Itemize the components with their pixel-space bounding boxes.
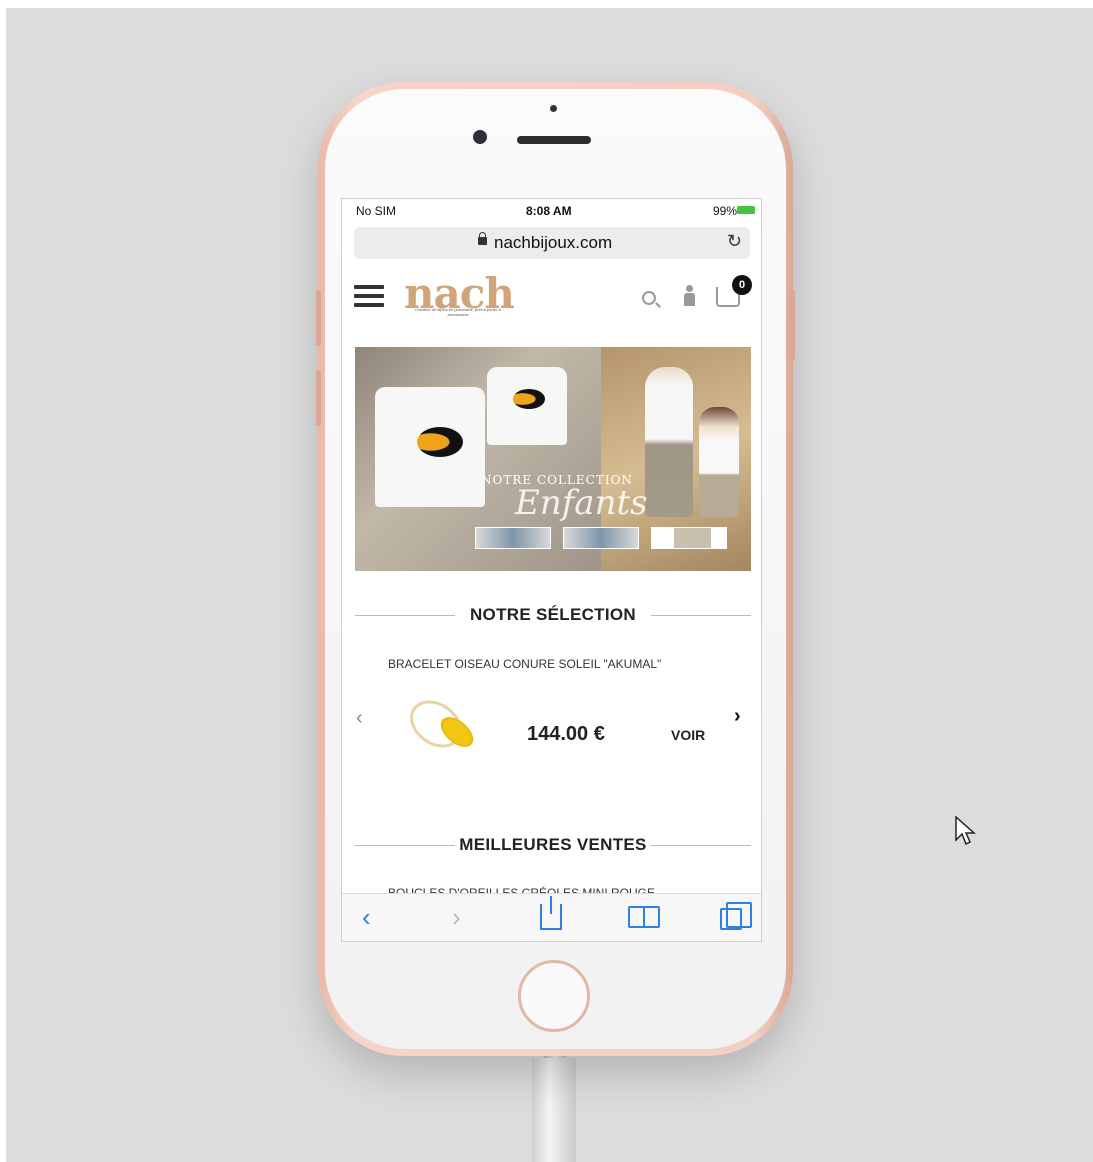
site-tagline: Créateur de bijoux en porcelaine, prêt-à… — [414, 307, 502, 317]
product-image[interactable] — [400, 690, 480, 765]
toucan-print-small — [513, 389, 545, 409]
phone-screen: No SIM 8:08 AM 99% nachbijoux.com ↻ nach… — [341, 198, 762, 942]
battery-percentage: 99% — [712, 204, 737, 218]
volume-up-button — [316, 290, 321, 346]
section-heading-selection: NOTRE SÉLECTION — [355, 605, 751, 625]
carousel-next-icon[interactable]: › — [734, 705, 741, 728]
hamburger-menu-icon[interactable] — [354, 285, 384, 307]
banner-thumbnail[interactable] — [475, 527, 551, 549]
banner-thumbnail[interactable] — [563, 527, 639, 549]
forward-icon[interactable]: › — [452, 902, 461, 933]
reload-icon[interactable]: ↻ — [727, 231, 742, 252]
charging-cable — [532, 1058, 576, 1162]
proximity-sensor — [550, 105, 557, 112]
clock: 8:08 AM — [526, 204, 572, 218]
share-icon[interactable] — [540, 896, 562, 930]
volume-down-button — [316, 370, 321, 426]
url-text: nachbijoux.com — [494, 233, 613, 252]
cart-count-badge: 0 — [732, 275, 752, 295]
carousel-prev-icon[interactable]: ‹ — [356, 707, 363, 730]
banner-thumbnails — [475, 527, 727, 549]
product-price: 144.00 € — [527, 723, 605, 745]
home-button[interactable] — [518, 960, 590, 1032]
battery-icon — [737, 206, 755, 214]
section-heading-text: NOTRE SÉLECTION — [469, 605, 636, 624]
section-heading-text: MEILLEURES VENTES — [459, 835, 647, 854]
section-heading-best-sellers: MEILLEURES VENTES — [355, 835, 751, 855]
model-adult — [645, 367, 693, 517]
power-button — [790, 290, 795, 360]
back-icon[interactable]: ‹ — [362, 902, 371, 933]
product-name[interactable]: BOUCLES D'OREILLES CRÉOLES MINI ROUGE- — [388, 883, 659, 893]
lock-icon — [478, 232, 487, 245]
search-icon[interactable] — [642, 291, 656, 305]
user-account-icon[interactable] — [682, 285, 696, 307]
tabs-icon[interactable] — [720, 902, 752, 930]
status-bar: No SIM 8:08 AM 99% — [342, 199, 761, 221]
hero-banner[interactable]: NOTRE COLLECTION Enfants — [355, 347, 751, 571]
carrier-label: No SIM — [356, 204, 397, 218]
toucan-print — [417, 427, 463, 457]
front-camera — [473, 130, 487, 144]
view-product-button[interactable]: VOIR — [671, 727, 705, 743]
banner-thumbnail-active[interactable] — [651, 527, 727, 549]
earpiece-speaker — [517, 136, 591, 144]
bookmarks-icon[interactable] — [628, 906, 660, 928]
product-name[interactable]: BRACELET OISEAU CONURE SOLEIL "AKUMAL" — [388, 657, 661, 671]
address-bar[interactable]: nachbijoux.com ↻ — [354, 227, 750, 259]
site-header: nach Créateur de bijoux en porcelaine, p… — [342, 267, 761, 329]
model-child — [699, 407, 739, 517]
banner-script-text: Enfants — [515, 483, 648, 523]
browser-toolbar: ‹ › — [342, 893, 761, 941]
